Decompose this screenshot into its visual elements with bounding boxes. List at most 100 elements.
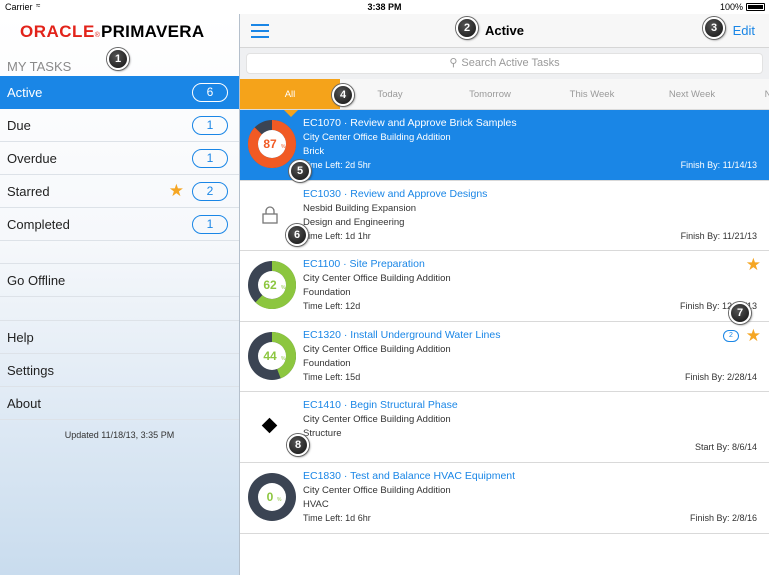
task-time-left: Time Left: 12d: [303, 301, 361, 312]
tab-this-week[interactable]: This Week: [542, 79, 642, 109]
divider: [0, 241, 239, 264]
milestone-diamond-icon: [261, 418, 278, 434]
task-project: Nesbid Building Expansion: [303, 202, 417, 214]
logo-product: PRIMAVERA: [100, 22, 205, 41]
gauge-percent-sign: %: [277, 497, 282, 503]
gauge-value: 87: [263, 137, 277, 151]
about-label: About: [7, 395, 41, 411]
task-row[interactable]: EC1410 · Begin Structural Phase City Cen…: [240, 392, 769, 463]
gauge-value: 62: [263, 278, 277, 292]
comment-icon[interactable]: 2: [723, 329, 739, 342]
logo-oracle: ORACLE: [20, 22, 95, 41]
progress-gauge: 62 %: [248, 261, 296, 310]
task-category: HVAC: [303, 498, 329, 510]
filter-tabs: All Today Tomorrow This Week Next Week N: [240, 79, 769, 110]
go-offline-label: Go Offline: [7, 272, 66, 288]
tab-today[interactable]: Today: [340, 79, 440, 109]
task-row[interactable]: 87 % EC1070 · Review and Approve Brick S…: [240, 110, 769, 181]
status-time: 3:38 PM: [367, 2, 402, 12]
sidebar-item-label: Due: [7, 117, 31, 133]
sidebar-menu: Active 6 Due 1 Overdue 1 Starred ★ 2 Com…: [0, 76, 239, 420]
go-offline-item[interactable]: Go Offline: [0, 264, 239, 297]
battery-percent: 100%: [719, 2, 743, 12]
task-time-left: Time Left: 1d 1hr: [303, 230, 371, 241]
task-title: EC1100 · Site Preparation: [303, 258, 425, 271]
tab-all[interactable]: All: [240, 79, 340, 109]
section-title: MY TASKS: [7, 59, 72, 74]
task-time-left: Time Left: 2d 5hr: [303, 160, 371, 170]
tab-next[interactable]: N: [758, 79, 769, 109]
search-icon: ⚲: [449, 57, 458, 69]
status-bar: Carrier ≈ 3:38 PM 100%: [0, 0, 769, 14]
about-item[interactable]: About: [0, 387, 239, 420]
star-icon[interactable]: ★: [746, 255, 761, 275]
search-bar: ⚲ Search Active Tasks: [240, 48, 769, 79]
sidebar-item-label: Active: [7, 84, 43, 100]
progress-gauge: 44 %: [248, 331, 296, 380]
callout-marker: 5: [289, 160, 311, 182]
sidebar-item-label: Starred: [7, 183, 50, 199]
search-input[interactable]: ⚲ Search Active Tasks: [246, 53, 763, 74]
sidebar-item-due[interactable]: Due 1: [0, 109, 239, 142]
task-title: EC1070 · Review and Approve Brick Sample…: [303, 117, 517, 129]
task-row[interactable]: 0 % EC1830 · Test and Balance HVAC Equip…: [240, 462, 769, 534]
task-category: Brick: [303, 146, 325, 157]
star-icon: ★: [168, 181, 184, 200]
task-time-left: Time Left: 15d: [303, 371, 361, 382]
search-placeholder: Search Active Tasks: [461, 57, 560, 69]
gauge-value: 0: [267, 490, 274, 504]
nav-bar: Active Edit: [240, 14, 769, 48]
edit-button[interactable]: Edit: [733, 23, 755, 38]
main-panel: Active Edit ⚲ Search Active Tasks All Tod…: [240, 14, 769, 575]
callout-marker: 6: [286, 224, 308, 246]
tab-tomorrow[interactable]: Tomorrow: [440, 79, 540, 109]
count-badge: 2: [192, 182, 228, 201]
task-time-left: Time Left: 1d 6hr: [303, 512, 371, 523]
sidebar-item-starred[interactable]: Starred ★ 2: [0, 175, 239, 208]
sidebar-item-active[interactable]: Active 6: [0, 76, 239, 109]
callout-marker: 2: [456, 17, 478, 39]
task-title: EC1320 · Install Underground Water Lines: [303, 328, 501, 341]
count-badge: 6: [192, 83, 228, 102]
task-project: City Center Office Building Addition: [303, 343, 451, 355]
battery-icon: [746, 3, 765, 11]
task-category: Foundation: [303, 287, 351, 299]
task-category: Foundation: [303, 357, 351, 369]
callout-marker: 4: [332, 84, 354, 106]
callout-marker: 7: [729, 302, 751, 324]
task-finish-date: Finish By: 2/28/14: [684, 371, 757, 382]
task-category: Design and Engineering: [303, 216, 405, 228]
task-project: City Center Office Building Addition: [303, 484, 451, 496]
count-badge: 1: [192, 149, 228, 168]
callout-marker: 3: [703, 17, 725, 39]
task-category: Structure: [303, 428, 342, 440]
help-item[interactable]: Help: [0, 321, 239, 354]
lock-icon: [262, 205, 278, 224]
star-icon[interactable]: ★: [746, 326, 761, 346]
task-row[interactable]: 62 % EC1100 · Site Preparation City Cent…: [240, 251, 769, 322]
settings-item[interactable]: Settings: [0, 354, 239, 387]
sidebar-item-label: Completed: [7, 216, 70, 232]
tab-next-week[interactable]: Next Week: [642, 79, 742, 109]
progress-gauge: 0 %: [248, 472, 296, 521]
task-finish-date: Finish By: 2/8/16: [689, 512, 757, 523]
tab-indicator: [284, 110, 298, 117]
task-title: EC1830 · Test and Balance HVAC Equipment: [303, 469, 516, 482]
task-project: City Center Office Building Addition: [303, 414, 451, 426]
task-finish-date: Finish By: 11/14/13: [680, 160, 757, 170]
sidebar-item-completed[interactable]: Completed 1: [0, 208, 239, 241]
sidebar-item-overdue[interactable]: Overdue 1: [0, 142, 239, 175]
sidebar: ORACLE ® PRIMAVERA MY TASKS Active 6 Due …: [0, 14, 240, 575]
task-title: EC1410 · Begin Structural Phase: [303, 399, 458, 412]
divider: [0, 297, 239, 321]
count-badge: 1: [192, 215, 228, 234]
task-project: City Center Office Building Addition: [303, 132, 451, 143]
help-label: Help: [7, 329, 34, 345]
task-row[interactable]: 44 % EC1320 · Install Underground Water …: [240, 321, 769, 393]
count-badge: 1: [192, 116, 228, 135]
task-row[interactable]: EC1030 · Review and Approve Designs Nesb…: [240, 180, 769, 252]
updated-timestamp: Updated 11/18/13, 3:35 PM: [64, 430, 175, 440]
task-start-date: Start By: 8/6/14: [694, 442, 757, 453]
callout-marker: 8: [287, 434, 309, 456]
task-project: City Center Office Building Addition: [303, 273, 451, 285]
